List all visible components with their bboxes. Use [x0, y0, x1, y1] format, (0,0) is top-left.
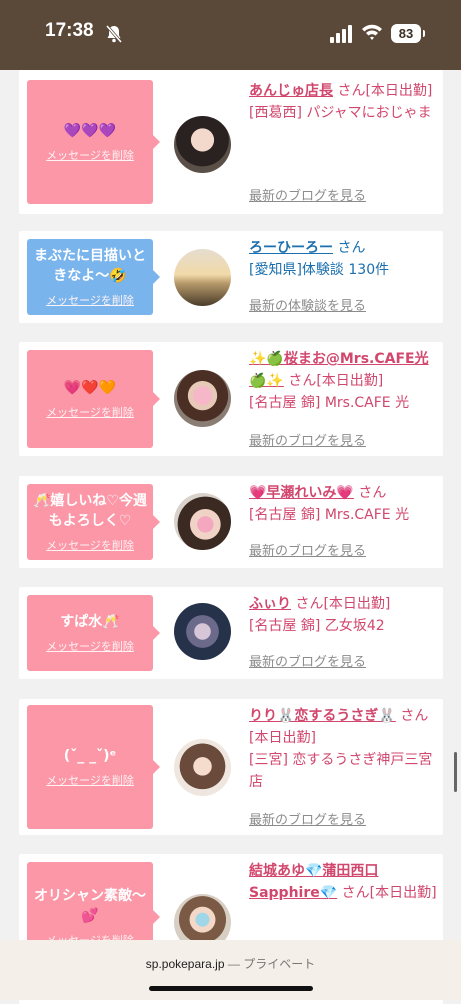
latest-blog-link[interactable]: 最新のブログを見る [249, 809, 366, 828]
profile-info: 結城あゆ💎蒲田西口Sapphire💎 さん[本日出勤] [249, 860, 437, 904]
shop-detail: [三宮] 恋するうさぎ神戸三宮店 [249, 752, 433, 790]
message-card: 🥂嬉しいね♡今週もよろしく♡ メッセージを削除 💗早瀬れいみ💗 さん [名古屋 … [19, 476, 443, 568]
profile-info: あんじゅ店長 さん[本日出勤] [西葛西] パジャマにおじゃま [249, 80, 437, 124]
message-text: (ˇ_ _ˇ)ᵉ [63, 748, 117, 764]
delete-message-link[interactable]: メッセージを削除 [46, 638, 134, 654]
message-card: 💜💜💜 メッセージを削除 あんじゅ店長 さん[本日出勤] [西葛西] パジャマに… [19, 70, 443, 214]
message-bubble: 💗❤️🧡 メッセージを削除 [27, 350, 160, 448]
message-card: すぱ水🥂 メッセージを削除 ふぃり さん[本日出勤] [名古屋 錦] 乙女坂42… [19, 587, 443, 679]
message-text: 💗❤️🧡 [63, 380, 117, 396]
avatar[interactable] [174, 116, 231, 173]
shop-detail: [西葛西] パジャマにおじゃま [249, 105, 432, 121]
message-text: すぱ水🥂 [60, 614, 120, 630]
message-text: オリシャン素敵〜💕 [34, 888, 146, 924]
message-text: まぶたに目描いときなよ〜🤣 [34, 248, 146, 284]
honorific: さん [358, 485, 387, 501]
honorific: さん [337, 240, 366, 256]
message-bubble: すぱ水🥂 メッセージを削除 [27, 595, 160, 671]
signal-icon [330, 25, 352, 43]
avatar[interactable] [174, 249, 231, 306]
shop-detail: [名古屋 錦] Mrs.CAFE 光 [249, 507, 410, 523]
message-card: まぶたに目描いときなよ〜🤣 メッセージを削除 ろーひーろー さん [愛知県]体験… [19, 231, 443, 323]
attendance-tag: [本日出勤] [249, 730, 316, 746]
attendance-tag: [本日出勤] [365, 83, 433, 99]
delete-message-link[interactable]: メッセージを削除 [46, 537, 134, 553]
message-bubble: 💜💜💜 メッセージを削除 [27, 80, 160, 204]
latest-blog-link[interactable]: 最新のブログを見る [249, 540, 366, 559]
profile-info: 💗早瀬れいみ💗 さん [名古屋 錦] Mrs.CAFE 光 [249, 482, 437, 526]
avatar[interactable] [174, 370, 231, 427]
message-bubble: 🥂嬉しいね♡今週もよろしく♡ メッセージを削除 [27, 484, 160, 560]
avatar[interactable] [174, 493, 231, 550]
girl-name-link[interactable]: りり🐰恋するうさぎ🐰 [249, 708, 396, 724]
latest-blog-link[interactable]: 最新のブログを見る [249, 430, 366, 449]
message-text: 🥂嬉しいね♡今週もよろしく♡ [33, 493, 147, 529]
battery-indicator: 83 [391, 24, 425, 43]
girl-name-link[interactable]: 💗早瀬れいみ💗 [249, 485, 354, 501]
avatar[interactable] [174, 603, 231, 660]
domain-text: sp.pokepara.jp [145, 957, 225, 971]
private-label: — プライベート [227, 957, 316, 971]
delete-message-link[interactable]: メッセージを削除 [46, 404, 134, 420]
message-card: (ˇ_ _ˇ)ᵉ メッセージを削除 りり🐰恋するうさぎ🐰 さん [本日出勤] [三… [19, 699, 443, 835]
profile-info: ✨🍏桜まお@Mrs.CAFE光🍏✨ さん[本日出勤] [名古屋 錦] Mrs.C… [249, 348, 437, 414]
girl-name-link[interactable]: ふぃり [249, 596, 291, 612]
browser-url-bar[interactable]: sp.pokepara.jp — プライベート [0, 940, 461, 1000]
status-bar: 17:38 83 [0, 0, 461, 70]
attendance-tag: [本日出勤] [323, 596, 391, 612]
status-time: 17:38 [45, 20, 94, 41]
message-text: 💜💜💜 [63, 123, 117, 139]
latest-review-link[interactable]: 最新の体験談を見る [249, 295, 366, 314]
scrollbar-thumb[interactable] [454, 752, 457, 792]
honorific: さん [295, 596, 324, 612]
latest-blog-link[interactable]: 最新のブログを見る [249, 651, 366, 670]
delete-message-link[interactable]: メッセージを削除 [46, 772, 134, 788]
shop-detail: [名古屋 錦] 乙女坂42 [249, 618, 385, 634]
wifi-icon [362, 24, 382, 40]
attendance-tag: [本日出勤] [316, 373, 384, 389]
delete-message-link[interactable]: メッセージを削除 [46, 292, 134, 308]
message-bubble: (ˇ_ _ˇ)ᵉ メッセージを削除 [27, 705, 160, 829]
girl-name-link[interactable]: あんじゅ店長 [249, 83, 333, 99]
honorific: さん [341, 885, 370, 901]
url-display[interactable]: sp.pokepara.jp — プライベート [0, 955, 461, 972]
delete-message-link[interactable]: メッセージを削除 [46, 147, 134, 163]
shop-detail: [名古屋 錦] Mrs.CAFE 光 [249, 395, 410, 411]
review-detail: [愛知県]体験談 130件 [249, 262, 390, 278]
honorific: さん [337, 83, 366, 99]
avatar[interactable] [174, 739, 231, 796]
reviewer-name-link[interactable]: ろーひーろー [249, 240, 333, 256]
latest-blog-link[interactable]: 最新のブログを見る [249, 185, 366, 204]
attendance-tag: [本日出勤] [369, 885, 437, 901]
bell-slash-icon [105, 25, 123, 43]
home-indicator[interactable] [149, 986, 313, 991]
message-card: 💗❤️🧡 メッセージを削除 ✨🍏桜まお@Mrs.CAFE光🍏✨ さん[本日出勤]… [19, 342, 443, 456]
profile-info: ふぃり さん[本日出勤] [名古屋 錦] 乙女坂42 [249, 593, 437, 637]
profile-info: ろーひーろー さん [愛知県]体験談 130件 [249, 237, 437, 281]
profile-info: りり🐰恋するうさぎ🐰 さん [本日出勤] [三宮] 恋するうさぎ神戸三宮店 [249, 705, 437, 793]
honorific: さん [288, 373, 317, 389]
message-bubble: まぶたに目描いときなよ〜🤣 メッセージを削除 [27, 239, 160, 315]
honorific: さん [400, 708, 429, 724]
